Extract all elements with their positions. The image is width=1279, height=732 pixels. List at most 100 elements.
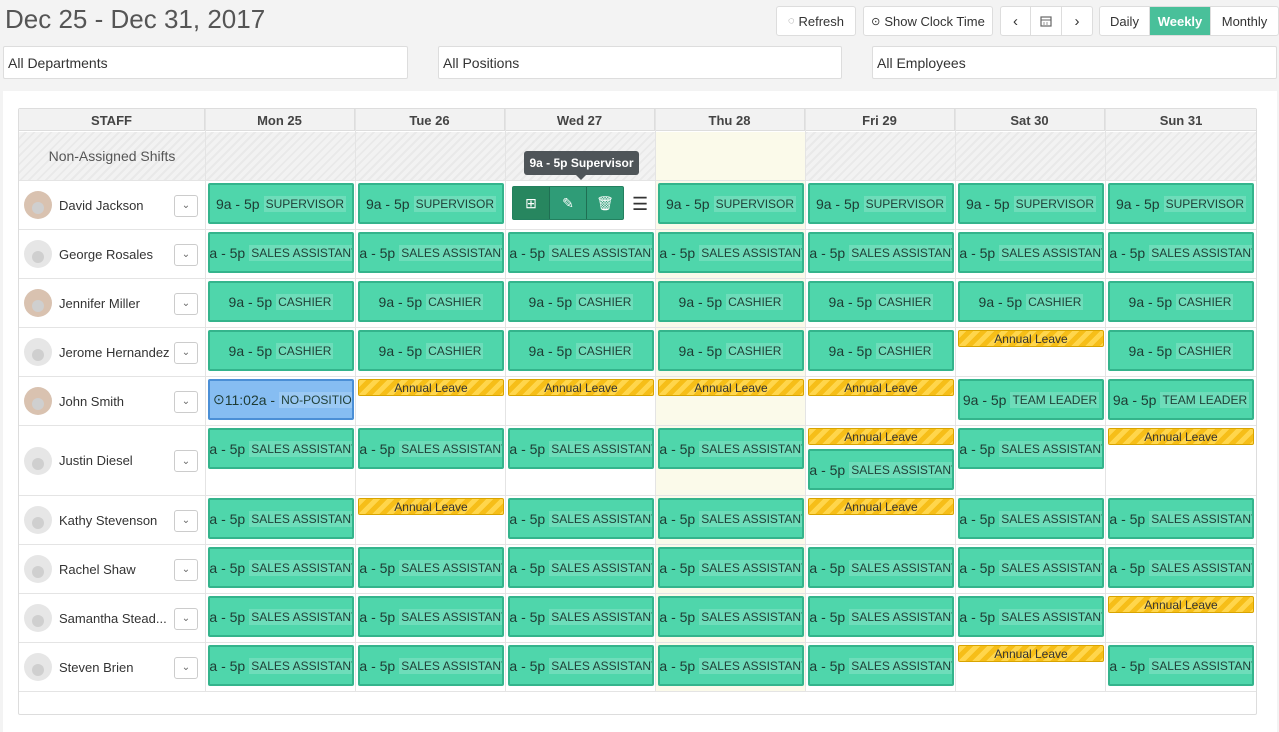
annual-leave-block[interactable]: Annual Leave [658,379,804,396]
shift-block[interactable]: 9a - 5p CASHIER [208,330,354,371]
shift-block[interactable]: 9a - 5pSALES ASSISTANT [208,596,354,637]
view-weekly-button[interactable]: Weekly [1149,7,1210,35]
shift-block[interactable]: 9a - 5pSALES ASSISTANT [508,596,654,637]
annual-leave-block[interactable]: Annual Leave [808,428,954,445]
shift-block[interactable]: 9a - 5pSALES ASSISTANT [958,428,1104,469]
shift-block[interactable]: 9a - 5pSALES ASSISTANT [1108,498,1254,539]
shift-block[interactable]: 9a - 5p TEAM LEADER [958,379,1104,420]
shift-block[interactable]: 9a - 5pSALES ASSISTANT [658,596,804,637]
shift-block[interactable]: 9a - 5pSALES ASSISTANT [508,232,654,273]
staff-name: Steven Brien [59,659,134,675]
annual-leave-block[interactable]: Annual Leave [808,379,954,396]
shift-block[interactable]: 9a - 5p CASHIER [958,281,1104,322]
shift-block[interactable]: 9a - 5p SUPERVISOR [358,183,504,224]
shift-block[interactable]: 9a - 5pSALES ASSISTANT [658,498,804,539]
shift-position: SUPERVISOR [713,195,797,212]
shift-block[interactable]: 9a - 5pSALES ASSISTANT [808,232,954,273]
shift-block[interactable]: 9a - 5pSALES ASSISTANT [958,596,1104,637]
shift-block[interactable]: 9a - 5p SUPERVISOR [808,183,954,224]
shift-block[interactable]: 9a - 5pSALES ASSISTANT [508,547,654,588]
shift-block[interactable]: 9a - 5pSALES ASSISTANT [358,547,504,588]
shift-block[interactable]: 9a - 5pSALES ASSISTANT [1108,547,1254,588]
shift-block[interactable]: 9a - 5p CASHIER [658,330,804,371]
staff-dropdown-button[interactable]: ⌄ [174,509,198,532]
shift-block[interactable]: 9a - 5pSALES ASSISTANT [808,547,954,588]
annual-leave-block[interactable]: Annual Leave [358,498,504,515]
edit-shift-button[interactable]: ✎ [549,187,586,219]
shift-block[interactable]: 9a - 5pSALES ASSISTANT [358,232,504,273]
shift-block[interactable]: 9a - 5p CASHIER [1108,281,1254,322]
shift-block[interactable]: 9a - 5pSALES ASSISTANT [208,645,354,686]
shift-block[interactable]: 9a - 5pSALES ASSISTANT [508,428,654,469]
shift-block[interactable]: 9a - 5p SUPERVISOR [658,183,804,224]
staff-dropdown-button[interactable]: ⌄ [174,390,198,413]
shift-block[interactable]: 9a - 5p CASHIER [1108,330,1254,371]
shift-block[interactable]: 9a - 5p CASHIER [358,281,504,322]
shift-block[interactable]: 9a - 5p CASHIER [808,330,954,371]
departments-filter[interactable]: All Departments [3,46,408,79]
staff-dropdown-button[interactable]: ⌄ [174,341,198,364]
annual-leave-block[interactable]: Annual Leave [508,379,654,396]
shift-block[interactable]: 9a - 5pSALES ASSISTANT [358,428,504,469]
annual-leave-block[interactable]: Annual Leave [808,498,954,515]
shift-time: 9a - 5p [1109,657,1146,674]
prev-week-button[interactable]: ‹ [1000,6,1031,36]
view-monthly-button[interactable]: Monthly [1210,7,1278,35]
shift-block[interactable]: 9a - 5pSALES ASSISTANT [958,498,1104,539]
shift-block[interactable]: 9a - 5p CASHIER [508,330,654,371]
shift-block[interactable]: 9a - 5pSALES ASSISTANT [1108,232,1254,273]
refresh-button[interactable]: ◌ Refresh [776,6,856,36]
shift-block[interactable]: 9a - 5pSALES ASSISTANT [958,232,1104,273]
annual-leave-block[interactable]: Annual Leave [1108,428,1254,445]
annual-leave-block[interactable]: Annual Leave [358,379,504,396]
staff-dropdown-button[interactable]: ⌄ [174,450,198,472]
shift-block[interactable]: 9a - 5pSALES ASSISTANT [658,547,804,588]
shift-block[interactable]: 9a - 5pSALES ASSISTANT [808,645,954,686]
staff-dropdown-button[interactable]: ⌄ [174,292,198,315]
shift-block[interactable]: 9a - 5p SUPERVISOR [1108,183,1254,224]
annual-leave-block[interactable]: Annual Leave [958,330,1104,347]
shift-block[interactable]: ⊙ 11:02a - NO-POSITION [208,379,354,420]
annual-leave-block[interactable]: Annual Leave [1108,596,1254,613]
shift-block[interactable]: 9a - 5pSALES ASSISTANT [658,428,804,469]
shift-block[interactable]: 9a - 5p CASHIER [208,281,354,322]
add-shift-button[interactable]: ⊞ [513,187,549,219]
shift-block[interactable]: 9a - 5pSALES ASSISTANT [358,596,504,637]
shift-block[interactable]: 9a - 5pSALES ASSISTANT [208,547,354,588]
show-clock-time-button[interactable]: ⊙ Show Clock Time [863,6,993,36]
staff-dropdown-button[interactable]: ⌄ [174,243,198,266]
shift-position: SALES ASSISTANT [399,559,502,576]
shift-block[interactable]: 9a - 5pSALES ASSISTANT [208,498,354,539]
shift-block[interactable]: 9a - 5p CASHIER [508,281,654,322]
shift-block[interactable]: 9a - 5pSALES ASSISTANT [808,449,954,490]
staff-dropdown-button[interactable]: ⌄ [174,558,198,581]
shift-block[interactable]: 9a - 5pSALES ASSISTANT [208,232,354,273]
shift-block[interactable]: 9a - 5p CASHIER [808,281,954,322]
staff-dropdown-button[interactable]: ⌄ [174,656,198,679]
shift-block[interactable]: 9a - 5pSALES ASSISTANT [508,498,654,539]
view-daily-button[interactable]: Daily [1100,7,1149,35]
shift-block[interactable]: 9a - 5pSALES ASSISTANT [358,645,504,686]
shift-block[interactable]: 9a - 5p CASHIER [358,330,504,371]
delete-shift-button[interactable]: 🗑 [586,187,623,219]
shift-block[interactable]: 9a - 5p SUPERVISOR [208,183,354,224]
shift-block[interactable]: 9a - 5pSALES ASSISTANT [808,596,954,637]
shift-block[interactable]: 9a - 5pSALES ASSISTANT [658,645,804,686]
employees-filter[interactable]: All Employees [872,46,1277,79]
annual-leave-block[interactable]: Annual Leave [958,645,1104,662]
shift-block[interactable]: 9a - 5p TEAM LEADER [1108,379,1254,420]
shift-block[interactable]: 9a - 5pSALES ASSISTANT [658,232,804,273]
shift-block[interactable]: 9a - 5p CASHIER [658,281,804,322]
next-week-button[interactable]: › [1061,6,1093,36]
shift-block[interactable]: 9a - 5pSALES ASSISTANT [958,547,1104,588]
hamburger-menu-icon[interactable]: ☰ [632,194,648,215]
positions-filter[interactable]: All Positions [438,46,842,79]
staff-dropdown-button[interactable]: ⌄ [174,194,198,217]
shift-block[interactable]: 9a - 5pSALES ASSISTANT [1108,645,1254,686]
shift-block[interactable]: 9a - 5p SUPERVISOR [958,183,1104,224]
shift-block[interactable]: 9a - 5pSALES ASSISTANT [208,428,354,469]
calendar-button[interactable] [1030,6,1062,36]
shift-time: 9a - 5p [965,195,1010,212]
staff-dropdown-button[interactable]: ⌄ [174,607,198,630]
shift-block[interactable]: 9a - 5pSALES ASSISTANT [508,645,654,686]
